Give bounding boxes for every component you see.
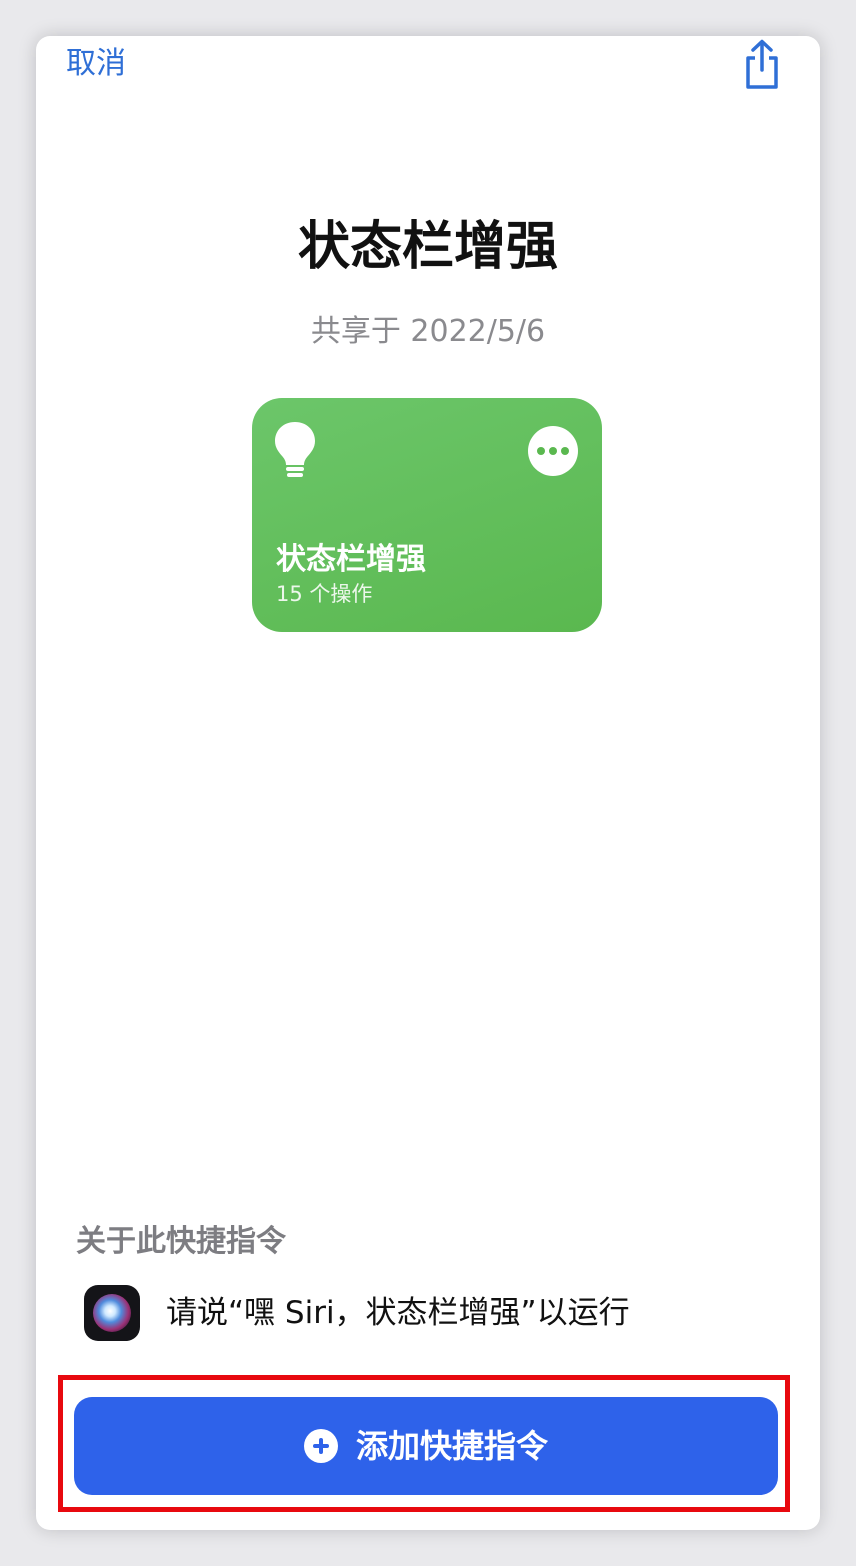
plus-circle-icon — [303, 1429, 338, 1463]
card-actions-count: 15 个操作 — [276, 582, 373, 606]
ellipsis-icon-dot — [537, 447, 545, 455]
lightbulb-icon — [275, 422, 315, 477]
ellipsis-icon-dot — [549, 447, 557, 455]
more-button[interactable] — [528, 426, 578, 476]
shortcut-sheet: 取消 状态栏增强 共享于 2022/5/6 状态栏增强 15 个操作 关于此快捷… — [36, 36, 820, 1530]
siri-phrase: 请说“嘿 Siri，状态栏增强”以运行 — [166, 1295, 630, 1331]
siri-orb — [93, 1294, 131, 1332]
ellipsis-icon-dot — [561, 447, 569, 455]
shortcut-card[interactable]: 状态栏增强 15 个操作 — [252, 398, 602, 632]
add-shortcut-label: 添加快捷指令 — [355, 1427, 548, 1465]
shortcut-title: 状态栏增强 — [297, 217, 558, 277]
share-button[interactable] — [740, 38, 784, 92]
about-section-title: 关于此快捷指令 — [76, 1224, 286, 1259]
card-title: 状态栏增强 — [276, 542, 426, 577]
siri-icon — [84, 1285, 140, 1341]
shared-date: 共享于 2022/5/6 — [310, 314, 546, 349]
share-icon — [746, 39, 778, 89]
cancel-button[interactable]: 取消 — [66, 44, 126, 84]
add-shortcut-button[interactable]: 添加快捷指令 — [74, 1397, 778, 1495]
siri-row: 请说“嘿 Siri，状态栏增强”以运行 — [84, 1284, 630, 1342]
